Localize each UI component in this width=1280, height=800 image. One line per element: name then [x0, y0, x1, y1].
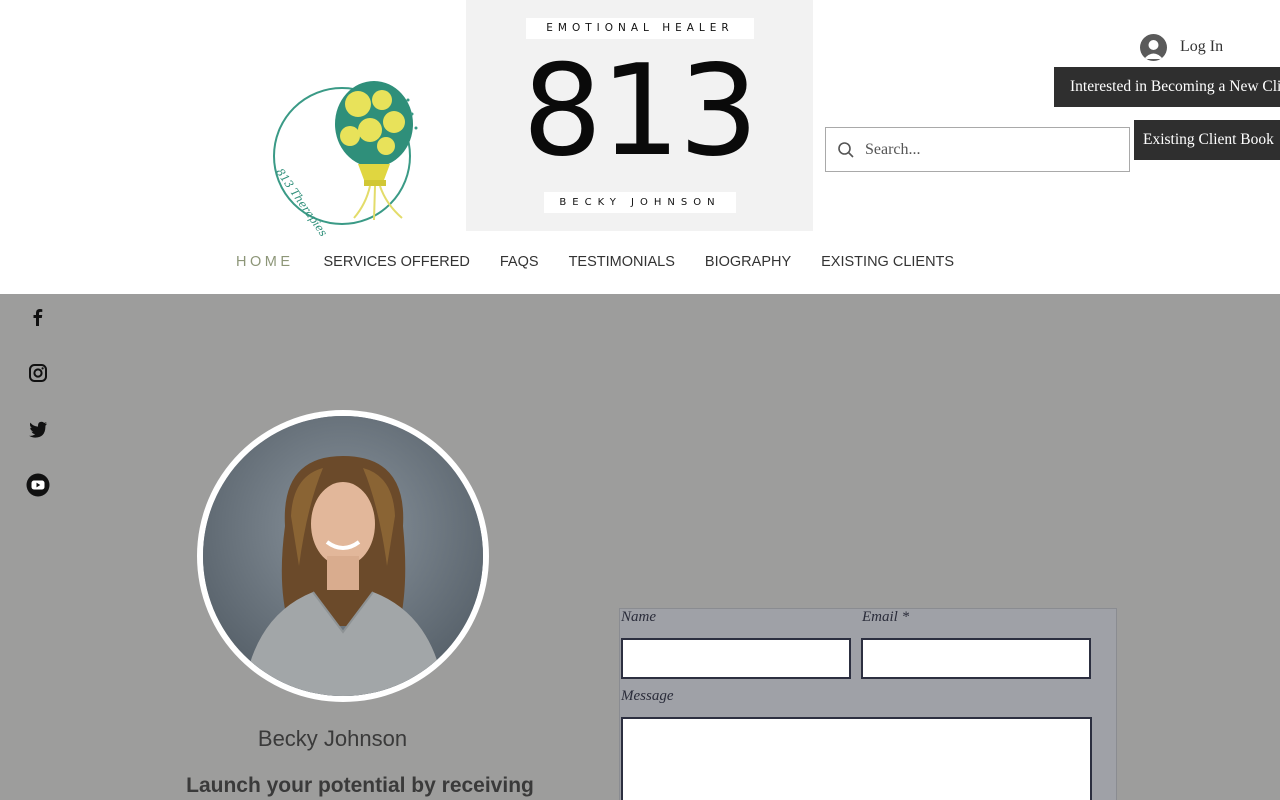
search-icon	[838, 141, 854, 158]
profile-name: Becky Johnson	[257, 726, 408, 751]
user-avatar-icon	[1140, 33, 1167, 61]
email-label: Email *	[862, 609, 910, 625]
contact-form: Name Email * Message	[619, 608, 1117, 800]
813-therapies-logo[interactable]: 813 Therapies	[270, 70, 430, 239]
nav-item-existing-clients[interactable]: EXISTING CLIENTS	[821, 254, 954, 270]
message-field[interactable]	[621, 717, 1092, 800]
youtube-icon[interactable]	[25, 472, 50, 497]
brand-banner[interactable]: EMOTIONAL HEALER 813 BECKY JOHNSON	[466, 0, 813, 231]
brand-number: 813	[522, 37, 759, 184]
twitter-icon[interactable]	[25, 416, 50, 441]
instagram-icon[interactable]	[25, 360, 50, 385]
profile-photo-frame	[197, 410, 489, 702]
facebook-icon[interactable]	[25, 304, 50, 329]
hero-section: Becky Johnson Launch your potential by r…	[0, 294, 1280, 800]
nav-item-faqs[interactable]: FAQS	[500, 254, 539, 270]
login-label: Log In	[1180, 38, 1224, 55]
search-bar	[825, 127, 1130, 172]
email-field[interactable]	[861, 638, 1091, 679]
new-client-button[interactable]: Interested in Becoming a New Client	[1054, 67, 1280, 107]
profile-photo	[203, 416, 483, 696]
nav-item-testimonials[interactable]: TESTIMONIALS	[569, 254, 675, 270]
name-field[interactable]	[621, 638, 851, 679]
nav-item-biography[interactable]: BIOGRAPHY	[705, 254, 791, 270]
existing-client-book-button[interactable]: Existing Client Book	[1134, 120, 1280, 160]
site-header: 813 Therapies EMOTIONAL HEALER 813 BECKY…	[0, 0, 1280, 294]
name-label: Name	[621, 609, 656, 625]
message-label: Message	[621, 688, 674, 704]
brand-tagline-bottom: BECKY JOHNSON	[544, 192, 736, 213]
main-nav: HOME SERVICES OFFERED FAQS TESTIMONIALS …	[236, 252, 984, 272]
nav-item-services-offered[interactable]: SERVICES OFFERED	[324, 254, 470, 270]
nav-item-home[interactable]: HOME	[236, 254, 294, 270]
hero-tagline: Launch your potential by receiving	[186, 774, 534, 797]
search-input[interactable]	[865, 134, 1115, 165]
login-button[interactable]: Log In	[1140, 33, 1223, 61]
